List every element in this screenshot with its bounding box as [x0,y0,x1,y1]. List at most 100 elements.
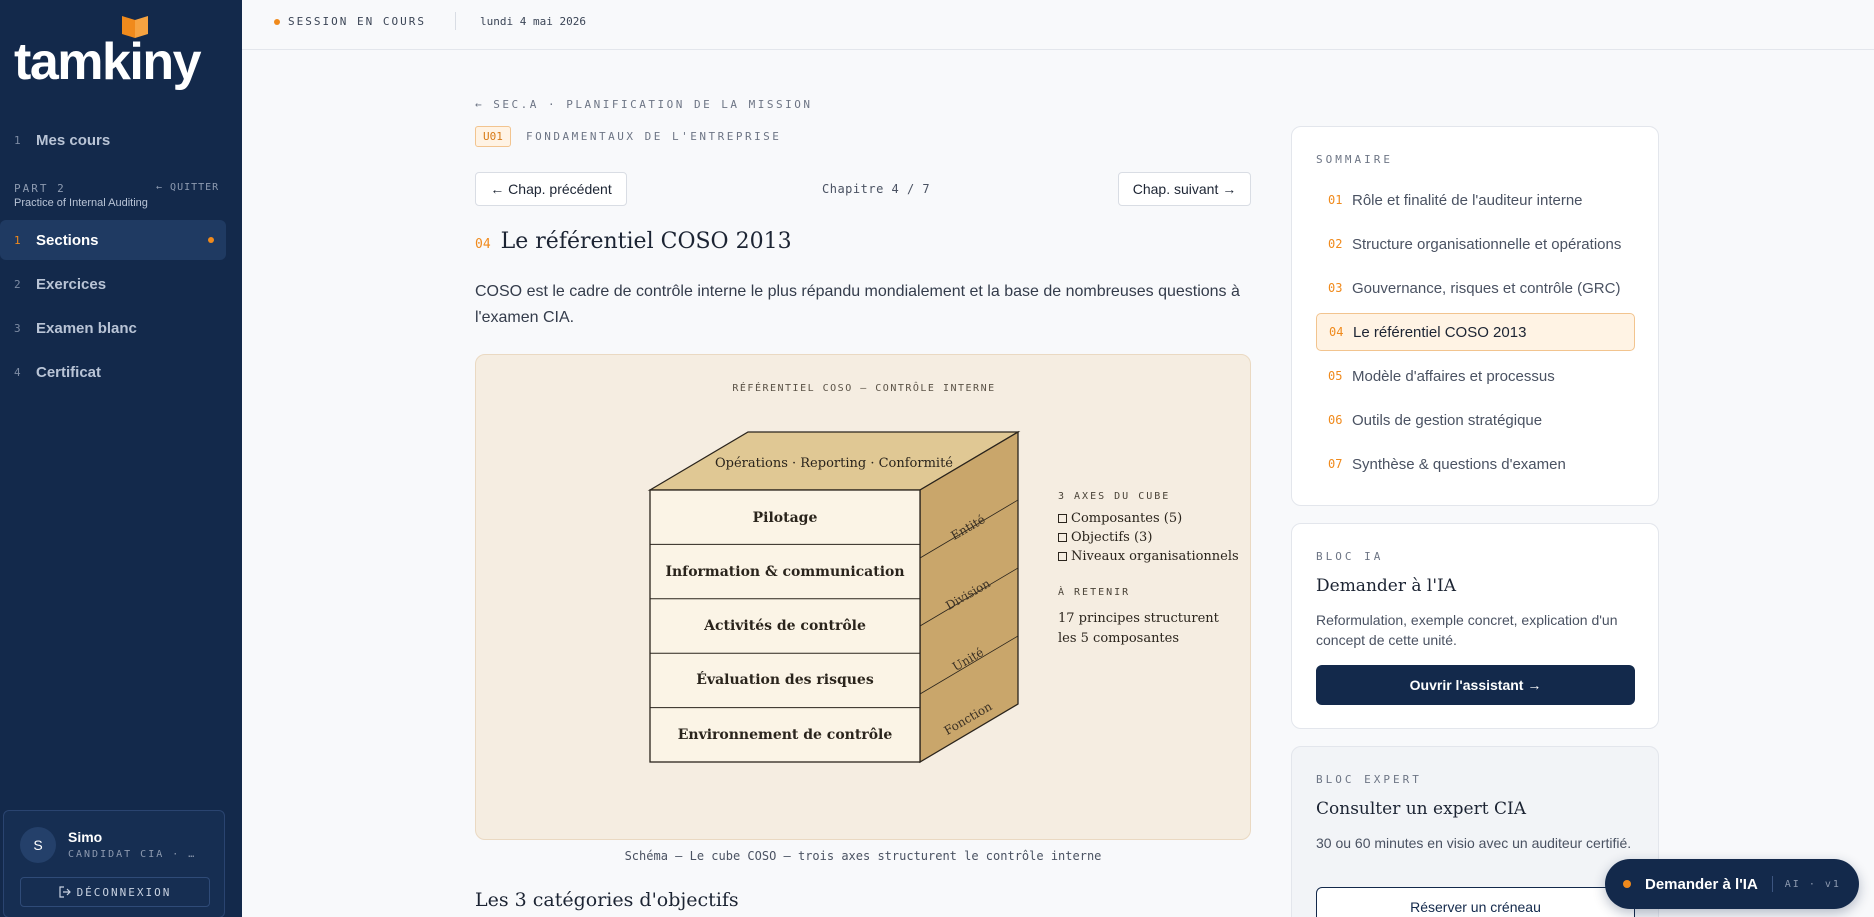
unit-badge: U01 [475,126,511,147]
chapter-heading: 04 Le référentiel COSO 2013 [475,229,792,254]
axis-label: Objectifs (3) [1071,530,1153,545]
open-assistant-button[interactable]: Ouvrir l'assistant → [1316,665,1635,705]
nav-label: Exercices [36,275,107,293]
toc-item[interactable]: 01 Rôle et finalité de l'auditeur interne [1316,181,1635,219]
user-name: Simo [68,829,103,845]
toc-label-text: Synthèse & questions d'examen [1352,455,1566,473]
part-label: PART 2 [14,182,66,195]
toc-label-text: Modèle d'affaires et processus [1352,367,1555,385]
toc-num: 06 [1328,413,1343,427]
session-label: SESSION EN COURS [288,15,426,28]
axis-item: Composantes (5) [1058,511,1182,526]
sidebar-item-exercices[interactable]: 2 Exercices [0,264,226,304]
toc-num: 05 [1328,369,1343,383]
ai-block-title: Demander à l'IA [1316,576,1457,596]
retain-text: 17 principes structurent les 5 composant… [1058,611,1219,646]
toc-item[interactable]: 02 Structure organisationnelle et opérati… [1316,225,1635,263]
sidebar: tamkiny 1 Mes cours PART 2 Practice of I… [0,0,242,917]
nav-num: 4 [14,365,21,379]
current-date: lundi 4 mai 2026 [480,15,586,28]
checkbox-icon [1058,514,1067,523]
toc-label: SOMMAIRE [1316,153,1393,166]
axis-label: Niveaux organisationnels [1071,549,1239,564]
toc-num: 03 [1328,281,1343,295]
fab-label: Demander à l'IA [1645,875,1758,893]
status-dot [274,18,280,25]
toc-num: 02 [1328,237,1343,251]
layer-label: Pilotage [753,510,818,526]
nav-label: Mes cours [36,131,111,149]
sidebar-item-mes-cours[interactable]: 1 Mes cours [0,120,226,160]
part-subtitle: Practice of Internal Auditing [14,197,148,209]
active-dot [208,237,214,243]
breadcrumb[interactable]: ← SEC.A · PLANIFICATION DE LA MISSION [475,98,813,111]
toc-num: 01 [1328,193,1343,207]
nav-label: Examen blanc [36,319,137,337]
expert-block-text: 30 ou 60 minutes en visio avec un audite… [1316,835,1632,851]
chapter-number: 04 [475,237,491,252]
ai-block-text: Reformulation, exemple concret, explicat… [1316,612,1618,648]
intro-paragraph: COSO est le cadre de contrôle interne le… [475,283,1240,326]
nav-num: 2 [14,277,21,291]
nav-label: Certificat [36,363,102,381]
toc-item[interactable]: 03 Gouvernance, risques et contrôle (GRC) [1316,269,1635,307]
layer-label: Information & communication [665,564,904,580]
top-bar: SESSION EN COURS lundi 4 mai 2026 [242,0,1874,50]
axis-item: Objectifs (3) [1058,530,1152,545]
sidebar-item-certificat[interactable]: 4 Certificat [0,352,226,392]
quit-link[interactable]: ← QUITTER [156,182,219,193]
chapter-title: Le référentiel COSO 2013 [500,229,792,254]
ai-block-label: BLOC IA [1316,550,1384,563]
nav-num: 1 [14,133,21,147]
section-subheading: Les 3 catégories d'objectifs [475,889,739,911]
toc-item[interactable]: 07 Synthèse & questions d'examen [1316,445,1635,483]
unit-title: FONDAMENTAUX DE L'ENTREPRISE [526,130,782,143]
figure-caption: Schéma — Le cube COSO — trois axes struc… [624,849,1102,863]
quit-label: QUITTER [170,182,220,193]
toc-label-text: Outils de gestion stratégique [1352,411,1543,429]
layer-label: Environnement de contrôle [678,727,893,743]
sidebar-item-examen-blanc[interactable]: 3 Examen blanc [0,308,226,348]
axis-label: Composantes (5) [1071,511,1183,526]
user-card: S Simo CANDIDAT CIA · … DÉCONNEXION [3,810,225,917]
toc-num: 04 [1329,325,1344,339]
ask-ai-fab[interactable]: Demander à l'IA AI · v1 [1605,859,1859,909]
logo-text: tamkiny [14,33,202,91]
toc-label-text: Structure organisationnelle et opération… [1352,235,1622,253]
nav-num: 3 [14,321,21,335]
nav-num: 1 [14,233,21,247]
divider [455,12,456,30]
nav-label: Sections [36,231,99,249]
axis-item: Niveaux organisationnels [1058,549,1239,564]
sidebar-item-sections[interactable]: 1 Sections [0,220,226,260]
toc-label-text: Rôle et finalité de l'auditeur interne [1352,191,1583,209]
prev-chapter-button[interactable]: ← Chap. précédent [475,172,627,206]
toc-item[interactable]: 05 Modèle d'affaires et processus [1316,357,1635,395]
status-dot [1623,880,1631,888]
avatar[interactable]: S [20,827,56,863]
axes-title: 3 AXES DU CUBE [1058,491,1171,502]
expert-block-title: Consulter un expert CIA [1316,799,1526,819]
layer-label: Évaluation des risques [696,670,874,688]
coso-figure: RÉFÉRENTIEL COSO — CONTRÔLE INTERNE Opér… [475,354,1251,840]
toc-item[interactable]: 06 Outils de gestion stratégique [1316,401,1635,439]
logout-icon [58,886,71,898]
toc-label-text: Le référentiel COSO 2013 [1353,323,1527,341]
coso-cube: Opérations · Reporting · Conformité Pilo… [647,430,1021,764]
next-chapter-button[interactable]: Chap. suivant → [1118,172,1251,206]
toc-card: SOMMAIRE 01 Rôle et finalité de l'auditeu… [1291,126,1659,506]
logout-label: DÉCONNEXION [76,885,172,899]
checkbox-icon [1058,552,1067,561]
logout-button[interactable]: DÉCONNEXION [20,877,210,907]
expert-block-label: BLOC EXPERT [1316,773,1422,786]
top-face-label: Opérations · Reporting · Conformité [715,456,953,471]
logo[interactable]: tamkiny [14,14,204,91]
book-slot-button[interactable]: Réserver un créneau [1316,887,1635,917]
layer-label: Activités de contrôle [703,618,866,634]
chapter-counter: Chapitre 4 / 7 [822,182,931,196]
session-status: SESSION EN COURS [274,15,426,28]
retain-title: À RETENIR [1058,587,1131,598]
expert-block-card: BLOC EXPERT Consulter un expert CIA 30 o… [1291,746,1659,917]
user-role: CANDIDAT CIA · … [68,849,197,860]
toc-item-active[interactable]: 04 Le référentiel COSO 2013 [1316,313,1635,351]
